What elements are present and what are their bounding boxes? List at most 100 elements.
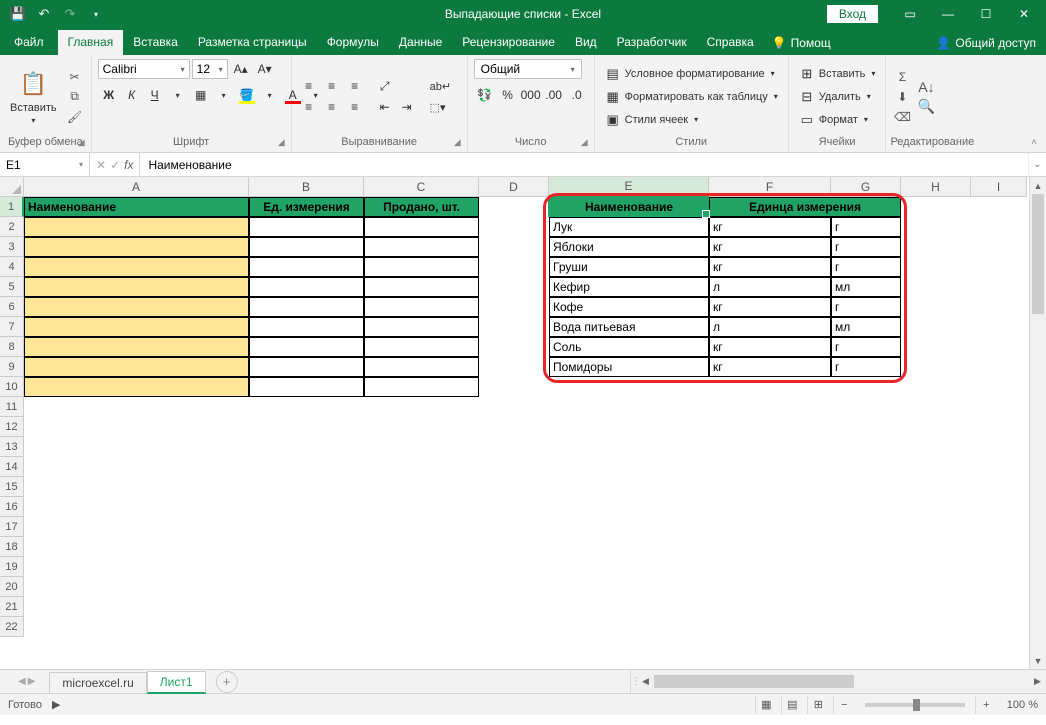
cell[interactable]: кг (709, 357, 831, 377)
cell[interactable] (364, 317, 479, 337)
row-header[interactable]: 3 (0, 237, 24, 257)
increase-font-icon[interactable]: A▴ (230, 59, 252, 79)
number-format-combo[interactable]: Общий▾ (474, 59, 582, 79)
cell[interactable]: л (709, 277, 831, 297)
tab-data[interactable]: Данные (389, 30, 452, 55)
align-bottom-icon[interactable]: ≡ (344, 76, 366, 96)
cell[interactable]: Наименование (24, 197, 249, 217)
ribbon-options-icon[interactable]: ▭ (892, 0, 928, 28)
cell[interactable] (364, 337, 479, 357)
tab-insert[interactable]: Вставка (123, 30, 188, 55)
accounting-format-icon[interactable]: 💱 (474, 85, 496, 105)
add-sheet-button[interactable]: + (216, 671, 238, 693)
select-all-corner[interactable] (0, 177, 24, 197)
column-header[interactable]: E (549, 177, 709, 197)
cell[interactable]: Груши (549, 257, 709, 277)
insert-cells-button[interactable]: ⊞Вставить▾ (795, 63, 880, 85)
chevron-down-icon[interactable]: ▾ (167, 85, 189, 105)
fx-icon[interactable]: fx (124, 158, 133, 172)
font-color-button[interactable]: A (282, 85, 304, 105)
column-header[interactable]: F (709, 177, 831, 197)
cell[interactable]: кг (709, 297, 831, 317)
expand-formula-bar-icon[interactable]: ⌄ (1028, 153, 1046, 176)
sheet-tab-active[interactable]: Лист1 (147, 671, 206, 694)
row-header[interactable]: 22 (0, 617, 24, 637)
zoom-slider[interactable] (865, 703, 965, 707)
column-header[interactable]: I (971, 177, 1027, 197)
find-select-icon[interactable]: 🔍 (916, 98, 936, 116)
view-page-layout-icon[interactable]: ▤ (781, 696, 803, 714)
row-header[interactable]: 8 (0, 337, 24, 357)
cell[interactable] (364, 357, 479, 377)
cell[interactable]: кг (709, 257, 831, 277)
view-page-break-icon[interactable]: ⊞ (807, 696, 829, 714)
cell[interactable] (24, 297, 249, 317)
tab-page-layout[interactable]: Разметка страницы (188, 30, 317, 55)
autosum-icon[interactable]: Σ (892, 68, 912, 86)
cell[interactable]: Ед. измерения (249, 197, 364, 217)
spreadsheet-grid[interactable]: ABCDEFGHI 123456789101112131415161718192… (0, 177, 1046, 669)
cell[interactable] (249, 217, 364, 237)
cell[interactable] (249, 377, 364, 397)
cell[interactable]: г (831, 217, 901, 237)
align-middle-icon[interactable]: ≡ (321, 76, 343, 96)
cell[interactable] (24, 337, 249, 357)
scroll-left-icon[interactable]: ◀ (637, 676, 654, 687)
font-name-combo[interactable]: Calibri▾ (98, 59, 190, 79)
underline-button[interactable]: Ч (144, 85, 166, 105)
fill-icon[interactable]: ⬇ (892, 88, 912, 106)
cell[interactable] (24, 277, 249, 297)
tab-view[interactable]: Вид (565, 30, 607, 55)
cell[interactable] (249, 277, 364, 297)
scrollbar-thumb[interactable] (654, 675, 854, 688)
align-right-icon[interactable]: ≡ (344, 97, 366, 117)
cell[interactable] (24, 317, 249, 337)
cell[interactable] (364, 377, 479, 397)
macro-record-icon[interactable]: ▶ (52, 698, 60, 711)
increase-decimal-icon[interactable]: .00 (543, 85, 565, 105)
cell[interactable]: Наименование (549, 197, 709, 217)
cell[interactable] (249, 357, 364, 377)
align-center-icon[interactable]: ≡ (321, 97, 343, 117)
close-icon[interactable]: ✕ (1006, 0, 1042, 28)
cell[interactable] (364, 277, 479, 297)
percent-format-icon[interactable]: % (497, 85, 519, 105)
tab-developer[interactable]: Разработчик (607, 30, 697, 55)
row-header[interactable]: 12 (0, 417, 24, 437)
format-as-table-button[interactable]: ▦Форматировать как таблицу▾ (601, 86, 782, 108)
merge-center-button[interactable]: ⬚▾ (426, 97, 455, 117)
format-cells-button[interactable]: ▭Формат▾ (795, 109, 880, 131)
cell[interactable]: Единца измерения (709, 197, 901, 217)
increase-indent-icon[interactable]: ⇥ (396, 97, 418, 117)
undo-icon[interactable]: ↶ (34, 4, 54, 24)
scroll-down-icon[interactable]: ▼ (1030, 652, 1046, 669)
sort-filter-icon[interactable]: A↓ (916, 78, 936, 96)
row-header[interactable]: 14 (0, 457, 24, 477)
delete-cells-button[interactable]: ⊟Удалить▾ (795, 86, 880, 108)
maximize-icon[interactable]: ☐ (968, 0, 1004, 28)
row-header[interactable]: 17 (0, 517, 24, 537)
dialog-launcher-icon[interactable]: ◢ (581, 137, 588, 148)
tell-me-search[interactable]: 💡 Помощ (764, 31, 839, 55)
cell[interactable]: л (709, 317, 831, 337)
cancel-formula-icon[interactable]: ✕ (96, 158, 106, 172)
row-header[interactable]: 7 (0, 317, 24, 337)
paste-button[interactable]: 📋 Вставить ▾ (6, 66, 61, 127)
row-header[interactable]: 19 (0, 557, 24, 577)
bold-button[interactable]: Ж (98, 85, 120, 105)
cell[interactable] (249, 317, 364, 337)
cell[interactable] (364, 237, 479, 257)
dialog-launcher-icon[interactable]: ◢ (278, 137, 285, 148)
cell[interactable]: Помидоры (549, 357, 709, 377)
cell[interactable]: г (831, 297, 901, 317)
view-normal-icon[interactable]: ▦ (755, 696, 777, 714)
cell[interactable] (249, 297, 364, 317)
decrease-decimal-icon[interactable]: .0 (566, 85, 588, 105)
sheet-nav[interactable]: ◀▶ (18, 676, 35, 687)
row-header[interactable]: 20 (0, 577, 24, 597)
sheet-tab-inactive[interactable]: microexcel.ru (49, 672, 146, 693)
cell-styles-button[interactable]: ▣Стили ячеек▾ (601, 109, 782, 131)
name-box[interactable]: E1▾ (0, 153, 90, 176)
cell[interactable]: Продано, шт. (364, 197, 479, 217)
format-painter-icon[interactable]: 🖌 (65, 108, 85, 126)
